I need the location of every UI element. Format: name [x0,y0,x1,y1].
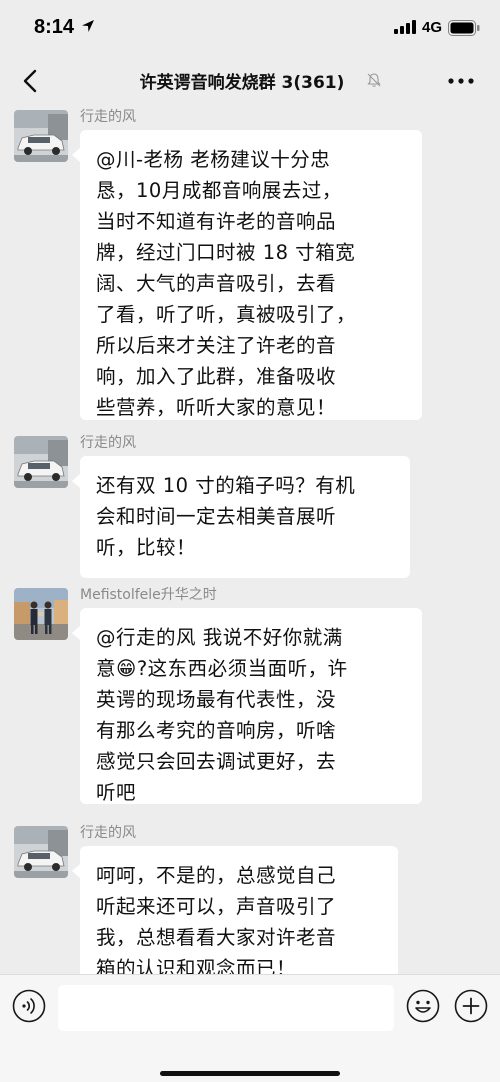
message-line: 我，总想看看大家对许老音 [96,926,337,949]
message-line: 听吧 [96,781,137,804]
signal-icon [394,20,416,34]
message-line: 些营养，听听大家的意见！ [96,396,337,419]
sender-name: 行走的风 [80,435,136,451]
message-bubble[interactable]: @行走的风 我说不好你就满 意😁?这东西必须当面听，许 英谔的现场最有代表性，没… [72,608,422,804]
message-bubble[interactable]: @川-老杨 老杨建议十分忠 恳，10月成都音响展去过， 当时不知道有许老的音响品… [72,130,422,420]
home-indicator[interactable] [160,1071,340,1076]
message-line: 响，加入了此群，准备吸收 [96,365,337,388]
car-avatar[interactable] [14,436,68,488]
sender-name: Mefistolfele升华之时 [80,587,217,603]
chevron-left-icon[interactable] [16,66,46,96]
message-line: 呵呵，不是的，总感觉自己 [96,864,337,887]
voice-icon[interactable] [12,989,46,1023]
message-line: 有那么考究的音响房，听啥 [96,719,337,742]
car-avatar[interactable] [14,826,68,878]
message-line: 了看，听了听，真被吸引了， [96,303,357,326]
message-line: 牌，经过门口时被 18 寸箱宽 [96,241,356,264]
ellipsis-icon[interactable] [444,68,478,94]
nav-bar: 许英谔音响发烧群 3(361) [0,58,500,102]
chat-title: 许英谔音响发烧群 3(361) [139,73,345,93]
message-line: @川-老杨 老杨建议十分忠 [96,148,331,171]
message-line: 还有双 10 寸的箱子吗？有机 [96,474,356,497]
message-line: 所以后来才关注了许老的音 [96,334,337,357]
network-type: 4G [422,19,443,36]
message-line: 感觉只会回去调试更好，去 [96,750,337,773]
message-line: 听，比较！ [96,536,197,559]
people-avatar[interactable] [14,588,68,640]
message-line: 英谔的现场最有代表性，没 [96,688,337,711]
message-line: 会和时间一定去相美音展听 [96,505,337,528]
sender-name: 行走的风 [80,109,136,125]
location-arrow-icon [82,20,94,32]
plus-icon[interactable] [454,989,488,1023]
message-bubble[interactable]: 还有双 10 寸的箱子吗？有机 会和时间一定去相美音展听 听，比较！ [72,456,410,578]
battery-icon [448,20,480,36]
car-avatar[interactable] [14,110,68,162]
message-line: 恳，10月成都音响展去过， [96,179,342,202]
message-line: 意😁?这东西必须当面听，许 [96,657,348,680]
message-line: 听起来还可以，声音吸引了 [96,895,337,918]
message-line: 当时不知道有许老的音响品 [96,210,337,233]
sender-name: 行走的风 [80,825,136,841]
input-bar [0,974,500,1082]
bell-muted-icon [367,73,381,87]
status-bar: 8:14 4G [0,0,500,58]
emoji-icon[interactable] [406,989,440,1023]
status-time: 8:14 [34,16,75,38]
message-line: @行走的风 我说不好你就满 [96,626,343,649]
message-input[interactable] [58,985,394,1031]
message-line: 阔、大气的声音吸引，去看 [96,272,337,295]
